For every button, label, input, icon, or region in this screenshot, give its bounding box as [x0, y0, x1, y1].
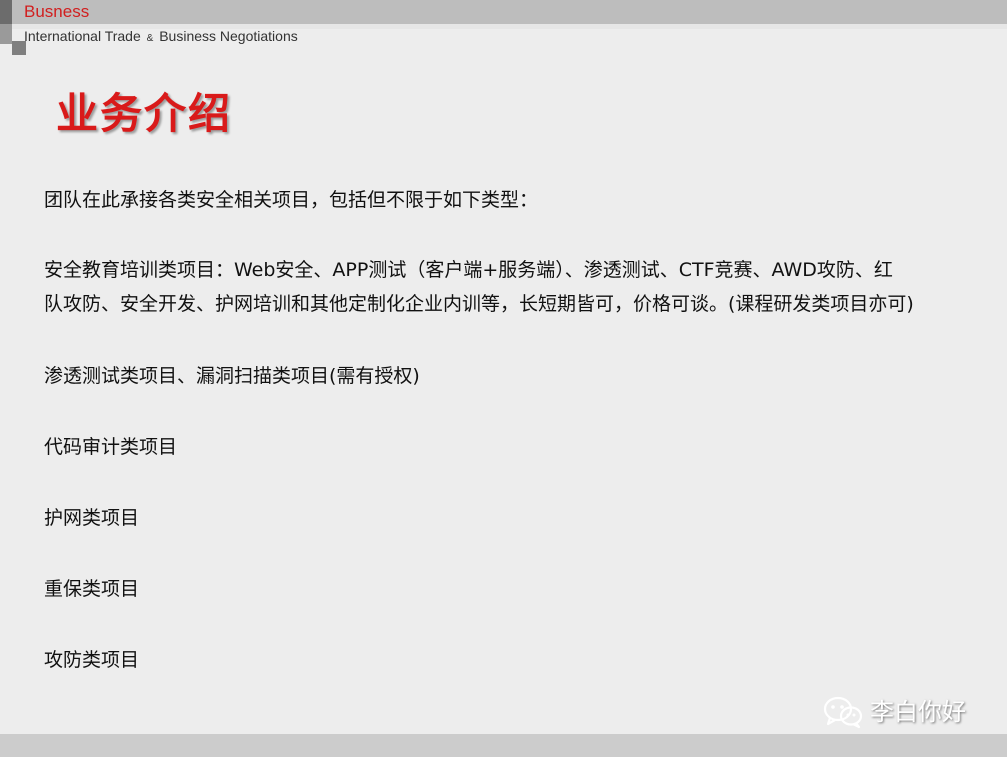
education-projects: 安全教育培训类项目：Web安全、APP测试（客户端+服务端）、渗透测试、CTF竞…	[44, 253, 914, 321]
education-line-1: 安全教育培训类项目：Web安全、APP测试（客户端+服务端）、渗透测试、CTF竞…	[44, 259, 893, 281]
code-audit-projects: 代码审计类项目	[44, 436, 178, 458]
intro-text: 团队在此承接各类安全相关项目，包括但不限于如下类型：	[44, 189, 539, 211]
pentest-projects: 渗透测试类项目、漏洞扫描类项目(需有授权)	[44, 365, 420, 387]
gf-projects: 攻防类项目	[44, 649, 140, 671]
header-subtitle: International Trade & Business Negotiati…	[24, 27, 298, 48]
hw-projects: 护网类项目	[44, 507, 140, 529]
corner-decoration-middle	[0, 24, 12, 44]
brand-label: Busness	[24, 2, 90, 21]
watermark-text: 李白你好	[870, 698, 966, 726]
watermark: 李白你好	[822, 694, 966, 730]
slide-title: 业务介绍	[56, 89, 233, 138]
zb-projects: 重保类项目	[44, 578, 140, 600]
education-line-2: 队攻防、安全开发、护网培训和其他定制化企业内训等，长短期皆可，价格可谈。(课程研…	[44, 293, 914, 315]
footer-bar	[0, 734, 1007, 757]
subtitle-amp: &	[146, 33, 154, 44]
subtitle-part2: Business Negotiations	[159, 28, 298, 44]
header-bar	[0, 0, 1007, 24]
wechat-icon	[822, 694, 864, 730]
corner-decoration-top	[0, 0, 12, 24]
subtitle-part1: International Trade	[24, 28, 141, 44]
